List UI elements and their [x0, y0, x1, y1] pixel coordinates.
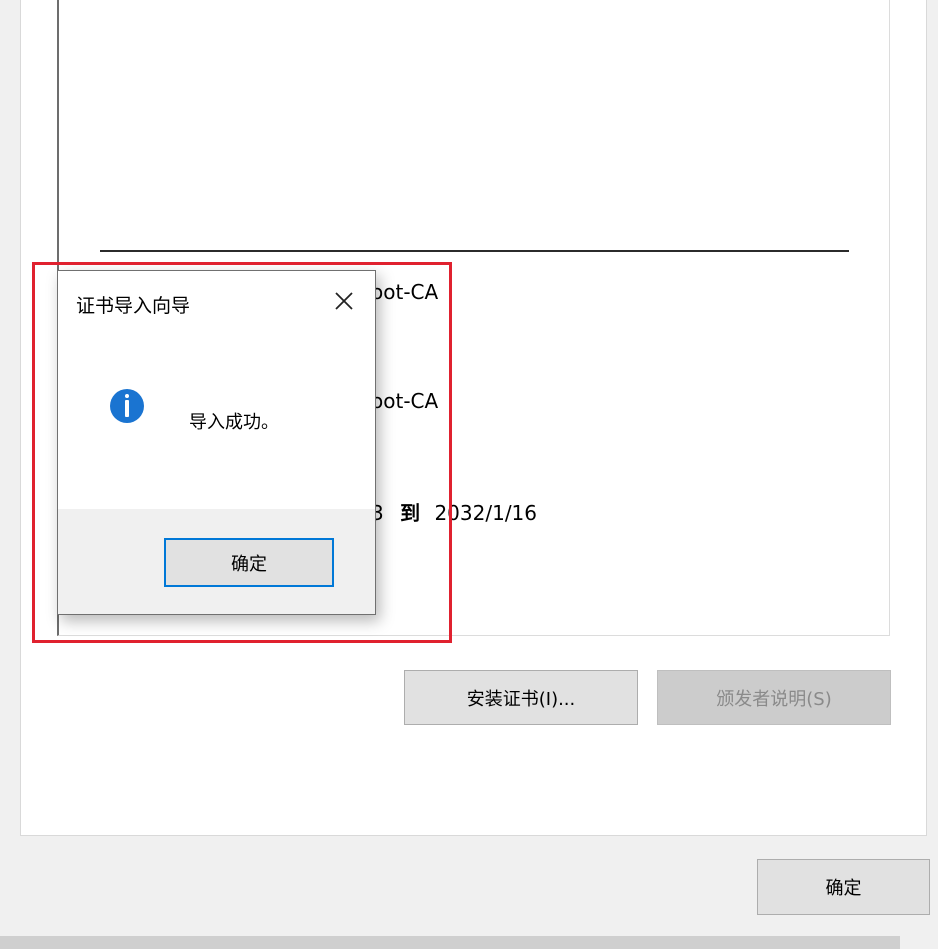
- divider-line: [100, 250, 849, 252]
- bottom-edge: [0, 936, 900, 949]
- ok-button[interactable]: 确定: [757, 859, 930, 915]
- install-certificate-button[interactable]: 安装证书(I)...: [404, 670, 638, 725]
- highlight-box: [32, 262, 452, 643]
- issuer-statement-button: 颁发者说明(S): [657, 670, 891, 725]
- bottom-corner: [900, 936, 938, 949]
